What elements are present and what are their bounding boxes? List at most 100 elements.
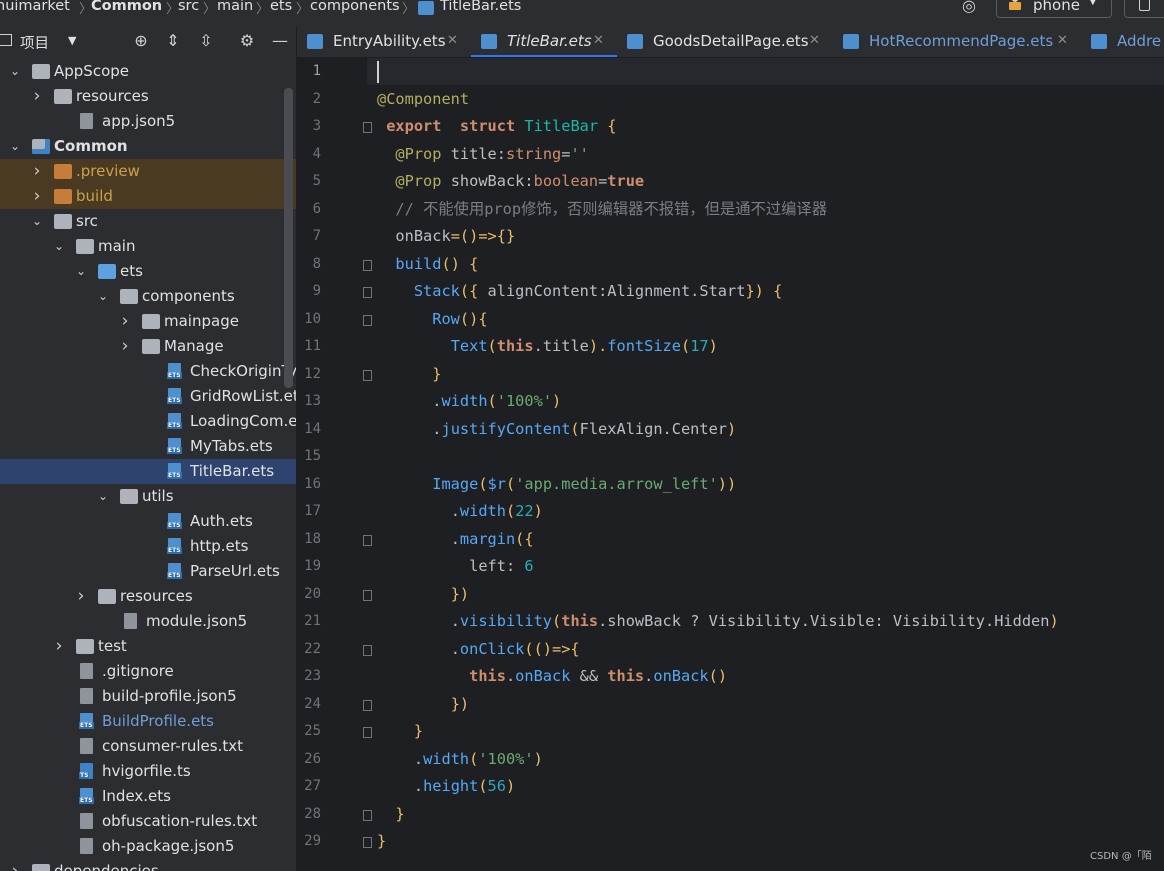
code-line[interactable]: .justifyContent(FlexAlign.Center)	[377, 416, 736, 443]
chevron-right-icon[interactable]: ›	[30, 159, 44, 184]
code-line[interactable]: }	[377, 718, 423, 745]
code-line[interactable]: @Component	[377, 86, 469, 113]
code-line[interactable]: // 不能使用prop修饰，否则编辑器不报错，但是通不过编译器	[377, 196, 827, 223]
code-line[interactable]: export struct TitleBar {	[377, 113, 616, 140]
tree-item[interactable]: ⌄ Common	[0, 134, 296, 159]
breadcrumb-src[interactable]: src	[178, 0, 199, 14]
minimize-icon[interactable]: —	[270, 31, 290, 51]
fold-marker-icon[interactable]	[363, 809, 372, 821]
code-line[interactable]: }	[377, 828, 386, 855]
fold-marker-icon[interactable]	[363, 259, 372, 271]
chevron-down-icon[interactable]: ⌄	[74, 259, 88, 284]
tree-item[interactable]: .gitignore	[0, 659, 296, 684]
fold-marker-icon[interactable]	[363, 122, 372, 133]
code-line[interactable]: .width('100%')	[377, 388, 561, 415]
chevron-down-icon[interactable]: ⌄	[8, 134, 22, 159]
tree-item[interactable]: › test	[0, 634, 296, 659]
fold-marker-icon[interactable]	[363, 644, 372, 656]
editor-tab[interactable]: HotRecommendPage.ets ✕	[833, 26, 1081, 57]
fold-marker-icon[interactable]	[363, 699, 372, 711]
tree-item[interactable]: › dependencies	[0, 859, 296, 871]
tree-item[interactable]: ETS CheckOriginType	[0, 359, 296, 384]
code-line[interactable]: .width(22)	[377, 498, 543, 525]
code-line[interactable]: .margin({	[377, 526, 534, 553]
code-line[interactable]: })	[377, 691, 469, 718]
expand-all-icon[interactable]: ⇕	[163, 31, 183, 51]
code-line[interactable]: Row(){	[377, 306, 487, 333]
breadcrumb-ets[interactable]: ets	[270, 0, 292, 14]
tree-item[interactable]: ⌄ ets	[0, 259, 296, 284]
code-line[interactable]: }	[377, 361, 441, 388]
code-editor[interactable]: 1 2 3 4 5 6 7 8 9 10 11 12 13 14 15 16 17 18 19 20 21 22 23 24 2…	[297, 58, 1164, 871]
editor-tab[interactable]: EntryAbility.ets ✕	[297, 26, 471, 57]
tree-item[interactable]: build-profile.json5	[0, 684, 296, 709]
editor-tab[interactable]: TitleBar.ets ✕	[471, 26, 617, 57]
device-selector[interactable]: phone ▼	[996, 0, 1112, 18]
code-line[interactable]: this.onBack && this.onBack()	[377, 663, 727, 690]
tree-item[interactable]: ETS GridRowList.ets	[0, 384, 296, 409]
close-icon[interactable]: ✕	[1057, 26, 1068, 56]
chevron-down-icon[interactable]: ⌄	[96, 284, 110, 309]
code-line[interactable]: })	[377, 581, 469, 608]
fold-marker-icon[interactable]	[363, 837, 372, 848]
chevron-down-icon[interactable]: ⌄	[30, 209, 44, 234]
code-line[interactable]: build() {	[377, 251, 478, 278]
project-panel-title[interactable]: 项目	[20, 32, 49, 53]
code-line[interactable]: @Prop title:string=''	[377, 141, 588, 168]
breadcrumb-project[interactable]: huimarket	[0, 0, 70, 14]
tree-item[interactable]: › Manage	[0, 334, 296, 359]
fold-marker-icon[interactable]	[363, 727, 372, 738]
tree-item[interactable]: › build	[0, 184, 296, 209]
tree-item[interactable]: ⌄ main	[0, 234, 296, 259]
code-line[interactable]: .height(56)	[377, 773, 515, 800]
fold-marker-icon[interactable]	[363, 534, 372, 546]
tree-item[interactable]: ETS ParseUrl.ets	[0, 559, 296, 584]
tree-scrollbar[interactable]	[284, 88, 293, 388]
gear-icon[interactable]: ⚙	[237, 31, 257, 51]
fold-marker-icon[interactable]	[363, 369, 372, 381]
close-icon[interactable]: ✕	[447, 26, 458, 56]
tree-item[interactable]: ETS LoadingCom.ets	[0, 409, 296, 434]
tree-item[interactable]: › resources	[0, 584, 296, 609]
tree-item[interactable]: ⌄ utils	[0, 484, 296, 509]
editor-tab[interactable]: GoodsDetailPage.ets ✕	[617, 26, 833, 57]
chevron-down-icon[interactable]: ⌄	[8, 59, 22, 84]
tree-item[interactable]: › resources	[0, 84, 296, 109]
tree-item[interactable]: › mainpage	[0, 309, 296, 334]
close-icon[interactable]: ✕	[593, 26, 604, 56]
code-line[interactable]: .onClick(()=>{	[377, 636, 580, 663]
chevron-right-icon[interactable]: ›	[30, 184, 44, 209]
tree-item[interactable]: ETS Index.ets	[0, 784, 296, 809]
chevron-down-icon[interactable]: ⌄	[52, 234, 66, 259]
code-line[interactable]: }	[377, 801, 404, 828]
code-line[interactable]: @Prop showBack:boolean=true	[377, 168, 644, 195]
chevron-down-icon[interactable]: ⌄	[96, 484, 110, 509]
code-line[interactable]: onBack=()=>{}	[377, 223, 515, 250]
editor-tab[interactable]: Addre	[1081, 26, 1164, 57]
tree-item[interactable]: ETS http.ets	[0, 534, 296, 559]
tree-item[interactable]: consumer-rules.txt	[0, 734, 296, 759]
close-icon[interactable]: ✕	[809, 26, 820, 56]
locate-icon[interactable]: ⊕	[131, 31, 151, 51]
tree-item[interactable]: ⌄ AppScope	[0, 59, 296, 84]
tree-item[interactable]: ETS BuildProfile.ets	[0, 709, 296, 734]
tree-item[interactable]: ETS MyTabs.ets	[0, 434, 296, 459]
tree-item[interactable]: obfuscation-rules.txt	[0, 809, 296, 834]
tree-item[interactable]: › .preview	[0, 159, 296, 184]
chevron-right-icon[interactable]: ›	[52, 634, 66, 659]
breadcrumb-module[interactable]: Common	[91, 0, 162, 14]
breadcrumb-components[interactable]: components	[310, 0, 400, 14]
collapse-all-icon[interactable]: ⇳	[196, 31, 216, 51]
breadcrumb-file[interactable]: TitleBar.ets	[440, 0, 521, 14]
tree-item[interactable]: ETS Auth.ets	[0, 509, 296, 534]
device-selector-secondary[interactable]	[1124, 0, 1164, 18]
tree-item[interactable]: ⌄ components	[0, 284, 296, 309]
fold-marker-icon[interactable]	[363, 287, 372, 298]
breadcrumb-main[interactable]: main	[217, 0, 253, 14]
tree-item[interactable]: app.json5	[0, 109, 296, 134]
fold-marker-icon[interactable]	[363, 589, 372, 601]
code-line[interactable]: left: 6	[377, 553, 534, 580]
code-line[interactable]: .width('100%')	[377, 746, 543, 773]
chevron-right-icon[interactable]: ›	[118, 334, 132, 359]
code-line[interactable]: Image($r('app.media.arrow_left'))	[377, 471, 736, 498]
